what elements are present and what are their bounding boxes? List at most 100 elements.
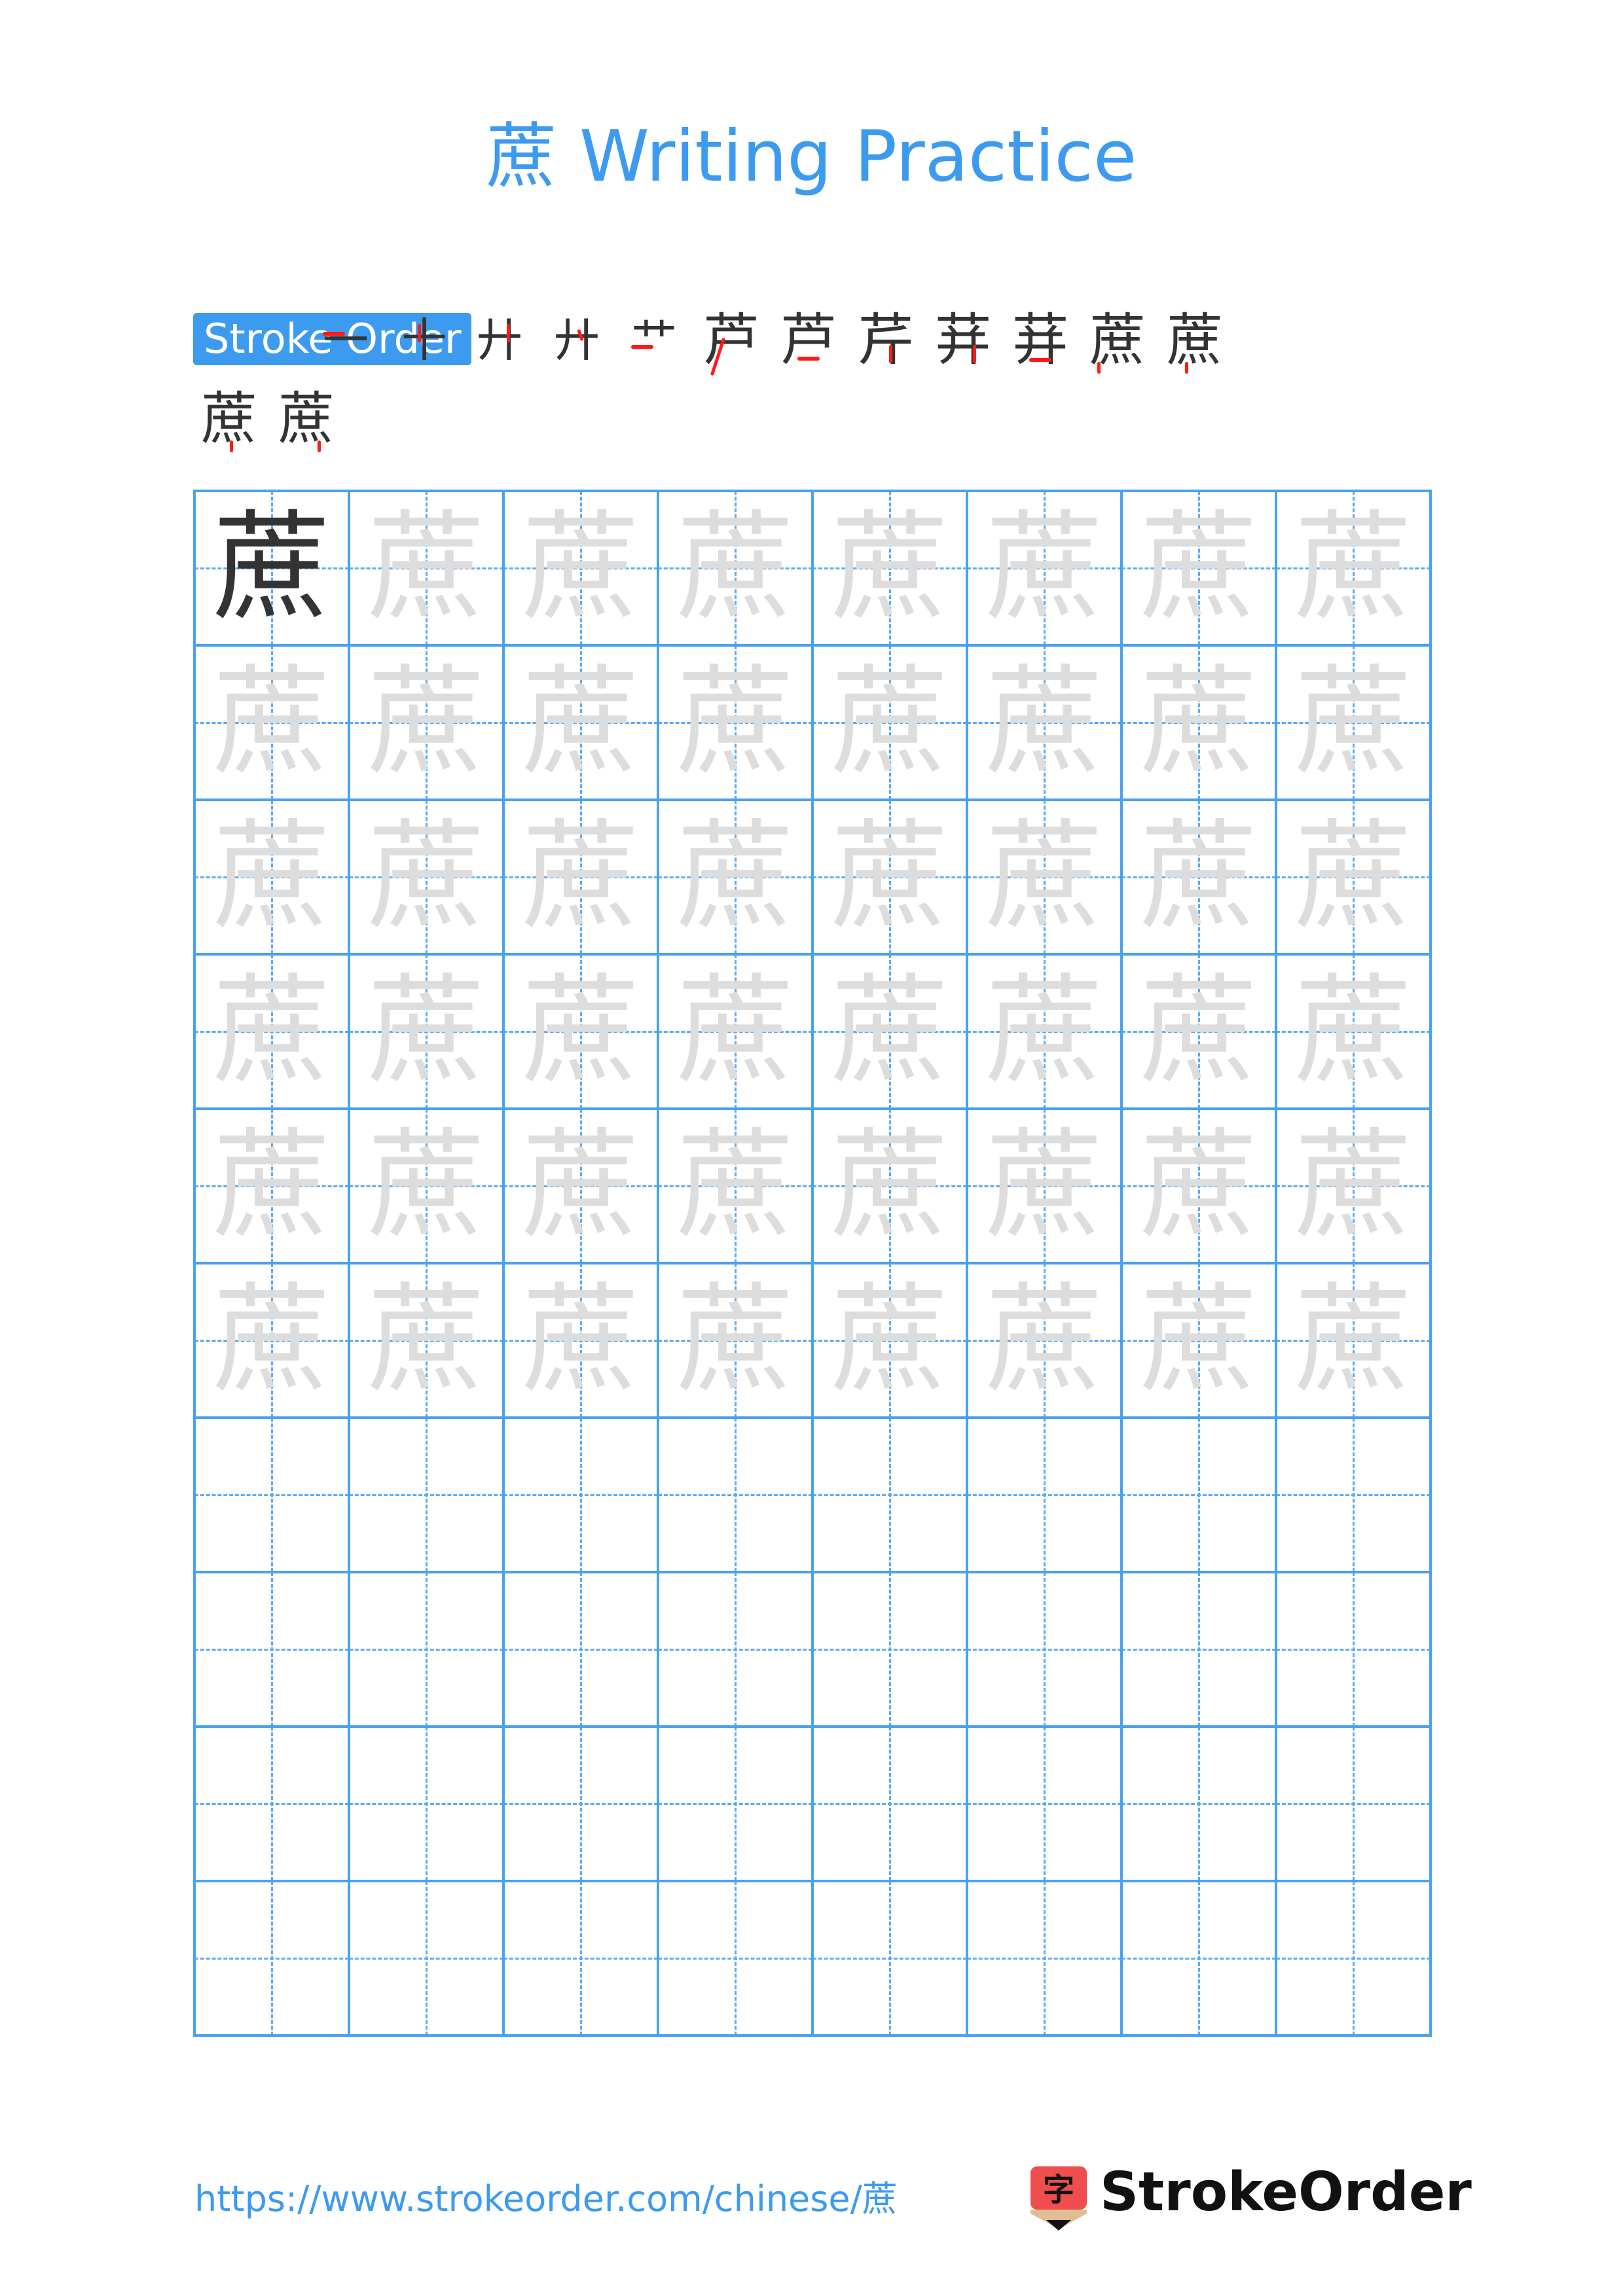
highlight-stroke-mark bbox=[577, 329, 584, 342]
practice-cell[interactable]: 蔗 bbox=[658, 1263, 812, 1418]
grid-line-horizontal bbox=[193, 644, 1432, 647]
footer-url-link[interactable]: https://www.strokeorder.com/chinese/蔗 bbox=[194, 2176, 898, 2222]
stroke-step-4: 廾 bbox=[554, 314, 600, 367]
practice-cell[interactable]: 蔗 bbox=[812, 800, 967, 954]
practice-cell[interactable] bbox=[812, 1727, 967, 1881]
practice-cell[interactable] bbox=[1122, 1418, 1276, 1572]
trace-character: 蔗 bbox=[367, 808, 485, 945]
practice-cell[interactable]: 蔗 bbox=[1276, 645, 1431, 800]
guide-line-vertical bbox=[1198, 1418, 1200, 1572]
guide-line-vertical bbox=[1353, 1572, 1355, 1727]
practice-cell[interactable] bbox=[658, 1727, 812, 1881]
practice-cell[interactable] bbox=[349, 1418, 503, 1572]
practice-cell[interactable]: 蔗 bbox=[658, 1109, 812, 1263]
practice-cell[interactable] bbox=[503, 1881, 658, 2036]
practice-cell[interactable]: 蔗 bbox=[658, 800, 812, 954]
practice-cell[interactable] bbox=[1276, 1418, 1431, 1572]
practice-cell[interactable]: 蔗 bbox=[503, 1263, 658, 1418]
trace-character: 蔗 bbox=[985, 963, 1103, 1100]
trace-character: 蔗 bbox=[985, 654, 1103, 791]
practice-cell[interactable]: 蔗 bbox=[812, 491, 967, 645]
practice-cell[interactable] bbox=[967, 1881, 1122, 2036]
practice-cell[interactable]: 蔗 bbox=[812, 1109, 967, 1263]
guide-line-vertical bbox=[889, 1727, 891, 1881]
practice-cell[interactable]: 蔗 bbox=[1122, 1263, 1276, 1418]
practice-cell[interactable] bbox=[658, 1881, 812, 2036]
practice-cell[interactable] bbox=[1122, 1881, 1276, 2036]
trace-character: 蔗 bbox=[676, 499, 794, 636]
practice-cell[interactable] bbox=[503, 1572, 658, 1727]
practice-cell[interactable] bbox=[194, 1727, 349, 1881]
practice-cell[interactable] bbox=[503, 1418, 658, 1572]
practice-cell[interactable] bbox=[1276, 1572, 1431, 1727]
practice-cell[interactable]: 蔗 bbox=[349, 954, 503, 1109]
practice-cell[interactable] bbox=[349, 1572, 503, 1727]
practice-cell[interactable]: 蔗 bbox=[194, 800, 349, 954]
practice-cell[interactable]: 蔗 bbox=[812, 1263, 967, 1418]
practice-cell[interactable]: 蔗 bbox=[349, 491, 503, 645]
guide-line-vertical bbox=[271, 1881, 273, 2036]
practice-cell[interactable]: 蔗 bbox=[349, 645, 503, 800]
practice-cell[interactable]: 蔗 bbox=[658, 954, 812, 1109]
practice-cell[interactable]: 蔗 bbox=[967, 1109, 1122, 1263]
practice-cell[interactable]: 蔗 bbox=[812, 954, 967, 1109]
practice-cell[interactable] bbox=[812, 1881, 967, 2036]
practice-cell[interactable] bbox=[349, 1727, 503, 1881]
guide-line-vertical bbox=[426, 1572, 428, 1727]
practice-cell[interactable]: 蔗 bbox=[194, 491, 349, 645]
practice-cell[interactable]: 蔗 bbox=[1276, 1109, 1431, 1263]
practice-cell[interactable] bbox=[967, 1727, 1122, 1881]
practice-cell[interactable]: 蔗 bbox=[349, 800, 503, 954]
practice-cell[interactable]: 蔗 bbox=[1276, 954, 1431, 1109]
practice-cell[interactable]: 蔗 bbox=[1122, 1109, 1276, 1263]
practice-cell[interactable]: 蔗 bbox=[503, 954, 658, 1109]
practice-cell[interactable]: 蔗 bbox=[194, 954, 349, 1109]
practice-cell[interactable]: 蔗 bbox=[503, 491, 658, 645]
practice-cell[interactable] bbox=[1276, 1727, 1431, 1881]
practice-cell[interactable]: 蔗 bbox=[194, 1263, 349, 1418]
practice-cell[interactable] bbox=[658, 1418, 812, 1572]
practice-cell[interactable] bbox=[194, 1572, 349, 1727]
practice-cell[interactable] bbox=[967, 1572, 1122, 1727]
practice-cell[interactable] bbox=[967, 1418, 1122, 1572]
practice-cell[interactable] bbox=[658, 1572, 812, 1727]
trace-character: 蔗 bbox=[985, 808, 1103, 945]
practice-cell[interactable]: 蔗 bbox=[349, 1263, 503, 1418]
practice-cell[interactable]: 蔗 bbox=[658, 491, 812, 645]
practice-cell[interactable]: 蔗 bbox=[1276, 1263, 1431, 1418]
guide-line-vertical bbox=[1198, 1881, 1200, 2036]
practice-cell[interactable]: 蔗 bbox=[194, 1109, 349, 1263]
practice-cell[interactable] bbox=[1122, 1572, 1276, 1727]
trace-character: 蔗 bbox=[1139, 1117, 1258, 1254]
practice-cell[interactable]: 蔗 bbox=[349, 1109, 503, 1263]
practice-cell[interactable]: 蔗 bbox=[967, 954, 1122, 1109]
practice-cell[interactable] bbox=[1122, 1727, 1276, 1881]
practice-cell[interactable]: 蔗 bbox=[1122, 491, 1276, 645]
practice-cell[interactable]: 蔗 bbox=[1276, 491, 1431, 645]
practice-cell[interactable] bbox=[812, 1418, 967, 1572]
practice-cell[interactable]: 蔗 bbox=[1122, 800, 1276, 954]
practice-cell[interactable]: 蔗 bbox=[503, 1109, 658, 1263]
practice-cell[interactable]: 蔗 bbox=[503, 800, 658, 954]
practice-cell[interactable]: 蔗 bbox=[967, 491, 1122, 645]
practice-cell[interactable] bbox=[194, 1418, 349, 1572]
guide-line-vertical bbox=[889, 1881, 891, 2036]
practice-cell[interactable]: 蔗 bbox=[1122, 645, 1276, 800]
guide-line-vertical bbox=[1044, 1418, 1046, 1572]
practice-cell[interactable]: 蔗 bbox=[967, 645, 1122, 800]
practice-cell[interactable] bbox=[349, 1881, 503, 2036]
practice-cell[interactable]: 蔗 bbox=[967, 1263, 1122, 1418]
practice-cell[interactable] bbox=[812, 1572, 967, 1727]
practice-cell[interactable] bbox=[1276, 1881, 1431, 2036]
practice-cell[interactable]: 蔗 bbox=[967, 800, 1122, 954]
highlight-stroke-mark bbox=[710, 337, 726, 376]
practice-cell[interactable] bbox=[194, 1881, 349, 2036]
practice-cell[interactable]: 蔗 bbox=[812, 645, 967, 800]
practice-cell[interactable]: 蔗 bbox=[194, 645, 349, 800]
practice-cell[interactable] bbox=[503, 1727, 658, 1881]
practice-cell[interactable]: 蔗 bbox=[1276, 800, 1431, 954]
practice-cell[interactable]: 蔗 bbox=[1122, 954, 1276, 1109]
highlight-stroke-mark bbox=[631, 345, 653, 349]
practice-cell[interactable]: 蔗 bbox=[658, 645, 812, 800]
practice-cell[interactable]: 蔗 bbox=[503, 645, 658, 800]
